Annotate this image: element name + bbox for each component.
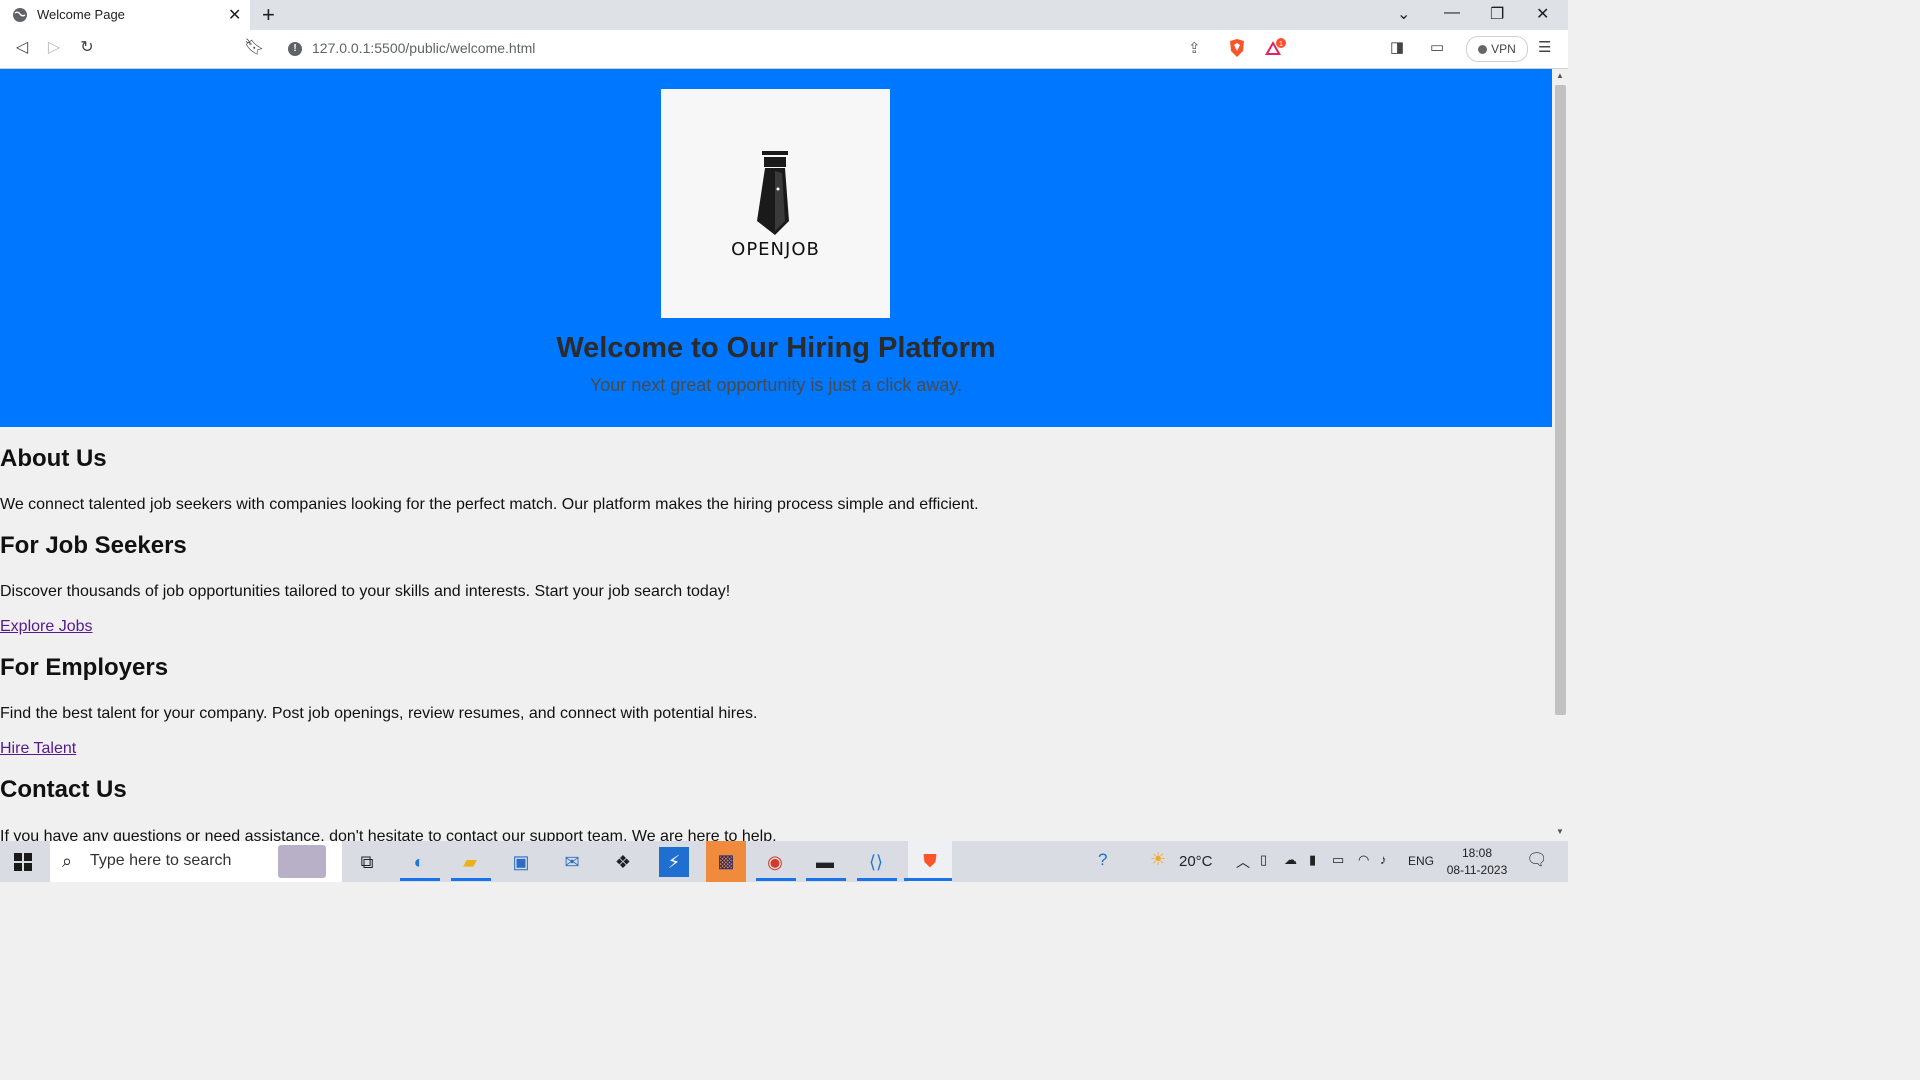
contact-text: If you have any questions or need assist… (0, 828, 777, 841)
close-window-button[interactable]: ✕ (1536, 4, 1549, 24)
language-indicator[interactable]: ENG (1408, 854, 1434, 868)
reload-button[interactable]: ↻ (77, 38, 97, 58)
new-tab-button[interactable]: + (262, 2, 275, 28)
weather-temperature[interactable]: 20°C (1179, 853, 1213, 870)
scroll-thumb[interactable] (1555, 85, 1566, 715)
terminal-icon[interactable]: ▬ (810, 847, 840, 877)
show-hidden-icons-chevron-icon[interactable]: ︿ (1236, 852, 1250, 872)
clock-date: 08-11-2023 (1446, 863, 1508, 877)
store-icon[interactable]: ▣ (506, 847, 536, 877)
explore-jobs-link[interactable]: Explore Jobs (0, 618, 93, 636)
taskbar-search-box[interactable]: ⌕ Type here to search (50, 841, 342, 882)
tab-welcome-page[interactable]: Welcome Page ✕ (0, 0, 250, 30)
restore-button[interactable]: ❐ (1490, 4, 1504, 24)
terminal-active-indicator (806, 878, 846, 881)
azure-data-studio-icon[interactable]: ⚡︎ (659, 847, 689, 877)
brave-active-indicator (904, 878, 952, 881)
chrome-icon[interactable]: ◉ (760, 847, 790, 877)
wallet-icon[interactable]: ▭ (1430, 38, 1444, 56)
edge-active-indicator (400, 878, 440, 881)
vscode-active-indicator (857, 878, 897, 881)
about-text: We connect talented job seekers with com… (0, 496, 979, 513)
rewards-badge: 1 (1279, 41, 1283, 48)
about-heading: About Us (0, 445, 107, 472)
brave-shields-icon[interactable] (1228, 38, 1246, 58)
help-icon[interactable]: ? (1098, 850, 1107, 870)
scroll-up-arrow-icon[interactable]: ▲ (1556, 71, 1564, 80)
tab-title: Welcome Page (37, 7, 125, 22)
page-viewport: OPENJOB Welcome to Our Hiring Platform Y… (0, 69, 1552, 841)
hire-talent-link[interactable]: Hire Talent (0, 740, 76, 758)
vpn-label: VPN (1491, 42, 1516, 56)
mail-icon[interactable]: ✉ (557, 847, 587, 877)
logo-wordmark: OPENJOB (731, 239, 820, 260)
search-highlight-image (278, 845, 326, 878)
browser-toolbar: ◁ ▷ ↻ 🔖︎ ! 127.0.0.1:5500/public/welcome… (0, 30, 1568, 69)
clock-time: 18:08 (1461, 846, 1493, 860)
share-icon[interactable]: ⇪ (1188, 39, 1201, 57)
tab-search-chevron-icon[interactable]: ⌄ (1397, 4, 1410, 24)
file-explorer-icon[interactable]: ▰ (455, 847, 485, 877)
url-text: 127.0.0.1:5500/public/welcome.html (312, 40, 536, 56)
edge-icon[interactable]: ◐ (404, 847, 434, 877)
explorer-active-indicator (451, 878, 491, 881)
sidebar-toggle-icon[interactable]: ◨ (1390, 38, 1404, 56)
site-info-icon[interactable]: ! (288, 42, 302, 56)
tie-door-logo-icon (757, 151, 789, 235)
menu-icon[interactable]: ☰ (1538, 38, 1551, 56)
volume-icon[interactable]: ♪ (1380, 852, 1387, 867)
brave-rewards-icon[interactable]: 1 (1264, 38, 1286, 58)
notifications-icon[interactable]: 🗨︎ (1526, 850, 1548, 870)
employers-text: Find the best talent for your company. P… (0, 705, 758, 722)
windows-taskbar: ⌕ Type here to search ⧉ ◐ ▰ ▣ ✉ ❖ ⚡︎ ▩ ◉… (0, 841, 1568, 882)
dropbox-icon[interactable]: ❖ (608, 847, 638, 877)
hero-heading: Welcome to Our Hiring Platform (556, 332, 996, 364)
employers-heading: For Employers (0, 654, 169, 681)
weather-icon[interactable]: ☀ (1150, 849, 1166, 870)
microphone-icon[interactable]: ▮ (1309, 852, 1316, 868)
vpn-status-icon (1478, 45, 1488, 54)
close-tab-icon[interactable]: ✕ (228, 5, 241, 25)
hero-header: OPENJOB Welcome to Our Hiring Platform Y… (0, 69, 1552, 427)
vpn-button[interactable]: VPN (1466, 36, 1528, 62)
contact-heading: Contact Us (0, 776, 127, 803)
search-placeholder: Type here to search (90, 852, 232, 869)
tab-bar: Welcome Page ✕ + ⌄ — ❐ ✕ (0, 0, 1568, 30)
back-button[interactable]: ◁ (12, 38, 32, 58)
openjob-logo: OPENJOB (661, 89, 890, 318)
forward-button[interactable]: ▷ (44, 38, 64, 58)
hero-tagline: Your next great opportunity is just a cl… (589, 375, 963, 395)
bookmark-icon[interactable]: 🔖︎ (244, 38, 264, 58)
page-scrollbar[interactable]: ▲ ▼ (1552, 69, 1568, 841)
wifi-icon[interactable]: ◠ (1358, 852, 1369, 868)
job-seekers-text: Discover thousands of job opportunities … (0, 583, 731, 600)
battery-icon[interactable]: ▭ (1332, 852, 1344, 868)
webstorm-icon[interactable]: ▩ (706, 841, 746, 882)
minimize-button[interactable]: — (1444, 4, 1460, 22)
globe-icon (13, 8, 27, 22)
chrome-active-indicator (756, 878, 796, 881)
brave-taskbar-icon[interactable]: ⛊ (908, 841, 952, 882)
taskbar-clock[interactable]: 18:08 08-11-2023 (1442, 845, 1512, 879)
address-bar[interactable]: ! 127.0.0.1:5500/public/welcome.html ⇪ 1 (276, 34, 1292, 64)
job-seekers-heading: For Job Seekers (0, 532, 187, 559)
windows-start-icon[interactable] (14, 853, 32, 871)
task-view-icon[interactable]: ⧉ (352, 847, 382, 877)
onedrive-icon[interactable]: ☁ (1284, 852, 1297, 868)
meet-icon[interactable]: ▯ (1260, 852, 1267, 868)
scroll-down-arrow-icon[interactable]: ▼ (1556, 827, 1564, 836)
vscode-icon[interactable]: ⟨⟩ (861, 847, 891, 877)
search-icon: ⌕ (62, 851, 73, 871)
